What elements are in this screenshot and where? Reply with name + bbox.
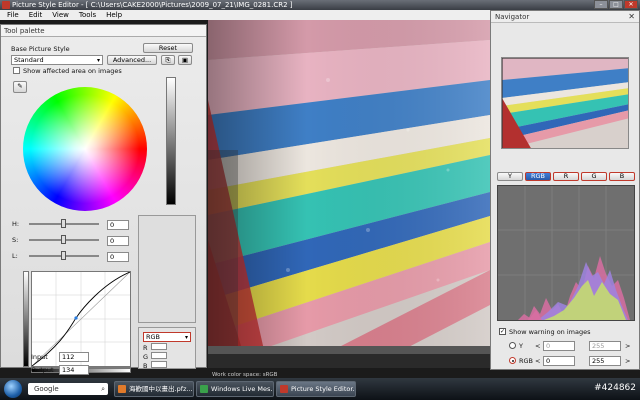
navigator-title: Navigator [491,11,639,23]
palette-title: Tool palette [1,25,206,37]
radio-y[interactable] [509,342,516,349]
channel-g-field[interactable] [151,352,167,359]
row-rgb-lt: < [535,357,541,365]
channel-select-value: RGB [146,333,161,341]
slider-s-thumb[interactable] [61,235,66,244]
slider-s-label: S: [12,236,19,244]
color-preview-panel [138,215,196,323]
image-preview[interactable] [208,20,490,368]
window-title: Picture Style Editor - [ C:\Users\CAKE20… [12,1,293,9]
reset-button[interactable]: Reset [143,43,193,53]
search-label: Google [34,385,59,393]
input-label: Input [31,353,48,361]
histogram-tabs: Y RGB R G B [497,172,635,182]
tab-b[interactable]: B [609,172,635,181]
close-icon[interactable]: ✕ [628,12,635,21]
slider-l-value[interactable]: 0 [107,252,129,262]
start-button[interactable] [4,380,22,398]
advanced-button[interactable]: Advanced... [107,55,157,65]
radio-rgb[interactable] [509,357,516,364]
row-y-gt: > [625,342,631,350]
menu-tools[interactable]: Tools [79,11,96,19]
base-style-label: Base Picture Style [11,45,70,53]
row-rgb-gt: > [625,357,631,365]
slider-h-label: H: [12,220,20,228]
slider-l-label: L: [12,252,18,260]
tab-y[interactable]: Y [497,172,523,181]
show-affected-label: Show affected area on images [23,67,122,75]
minimize-button[interactable]: – [594,0,608,9]
channel-panel: RGB ▾ R G B [138,327,196,370]
channel-r-field[interactable] [151,343,167,350]
eyedropper-icon[interactable]: ✎ [13,81,27,93]
task-item-1[interactable]: 海歡國中以畫出.pfz... [114,381,194,397]
row-rgb-high[interactable]: 255 [589,356,621,366]
show-warning-checkbox[interactable]: ✓ [499,328,506,335]
tab-rgb[interactable]: RGB [525,172,551,181]
tab-r[interactable]: R [553,172,579,181]
navigator-panel: Navigator ✕ Y RGB R G B ✓ Show warning o… [490,10,640,370]
picture-style-icon [280,385,288,393]
task-item-3[interactable]: Picture Style Editor... [276,381,356,397]
channel-select[interactable]: RGB ▾ [143,332,191,342]
slider-h-value[interactable]: 0 [107,220,129,230]
tab-g[interactable]: G [581,172,607,181]
search-bar[interactable]: Google ⌕ [28,383,108,395]
save-file-icon[interactable]: ▣ [178,55,192,65]
channel-b-label: B [143,362,148,370]
row-y-lt: < [535,342,541,350]
output-label: Output [31,366,54,374]
channel-b-field[interactable] [151,361,167,368]
row-rgb-label: RGB [519,357,534,365]
luminance-bar[interactable] [166,77,176,205]
task-label: 海歡國中以畫出.pfz... [129,385,193,393]
navigator-thumbnail[interactable] [501,57,629,149]
task-label: Picture Style Editor... [291,385,356,393]
channel-g-label: G [143,353,149,361]
style-select[interactable]: Standard ▾ [11,55,103,65]
row-y-high[interactable]: 255 [589,341,621,351]
slider-s-value[interactable]: 0 [107,236,129,246]
menu-view[interactable]: View [52,11,69,19]
channel-r-label: R [143,344,148,352]
watermark-id: #424862 [594,383,636,393]
menu-edit[interactable]: Edit [29,11,43,19]
row-y-low[interactable]: 0 [543,341,575,351]
chevron-down-icon: ▾ [96,57,100,64]
show-affected-checkbox[interactable] [13,67,20,74]
taskbar: Google ⌕ 海歡國中以畫出.pfz... Windows Live Mes… [0,378,640,400]
row-y-label: Y [519,342,523,350]
output-value[interactable]: 134 [59,365,89,375]
style-select-value: Standard [14,56,44,64]
histogram [497,185,635,321]
row-rgb-low[interactable]: 0 [543,356,575,366]
maximize-button[interactable]: □ [609,0,623,9]
tool-palette: Tool palette Base Picture Style Reset St… [0,24,207,375]
menu-help[interactable]: Help [106,11,122,19]
curve-output-gradient [23,271,29,367]
open-file-icon[interactable]: ⎘ [161,55,175,65]
close-button[interactable]: ✕ [624,0,638,9]
task-item-2[interactable]: Windows Live Mes... [196,381,274,397]
color-wheel[interactable] [23,87,147,211]
input-value[interactable]: 112 [59,352,89,362]
app-icon [2,1,10,9]
messenger-icon [200,385,208,393]
menu-file[interactable]: File [7,11,19,19]
slider-h-thumb[interactable] [61,219,66,228]
search-icon[interactable]: ⌕ [101,383,105,395]
title-bar: Picture Style Editor - [ C:\Users\CAKE20… [0,0,640,10]
task-label: Windows Live Mes... [211,385,274,393]
show-warning-label: Show warning on images [509,328,591,336]
document-icon [118,385,126,393]
chevron-down-icon: ▾ [184,334,188,341]
slider-l-thumb[interactable] [61,251,66,260]
